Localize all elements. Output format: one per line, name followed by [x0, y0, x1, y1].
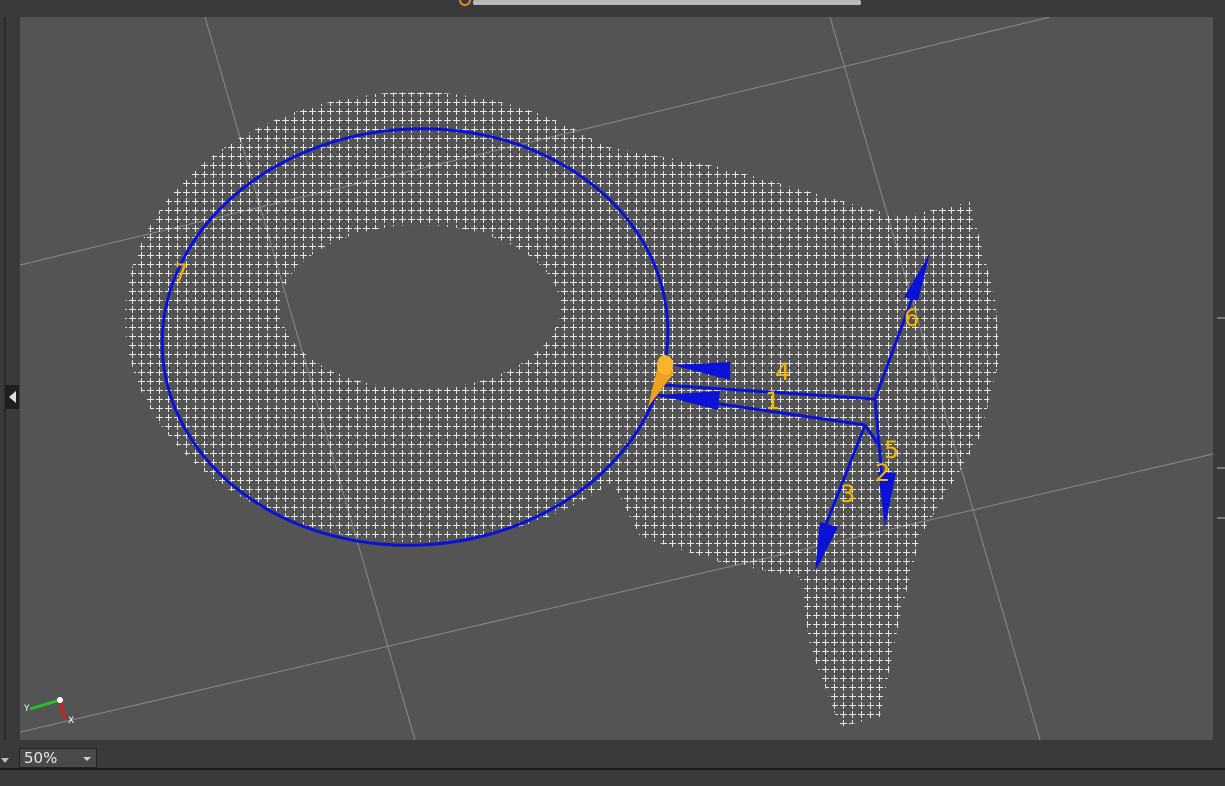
splitter-notch[interactable]: [1217, 467, 1225, 469]
axis-y-label: Y: [23, 704, 30, 714]
status-bar: 50%: [0, 740, 1225, 786]
splitter-notch[interactable]: [1217, 317, 1225, 319]
3d-viewport[interactable]: 1 2 3 4 5 6 7 Y X: [20, 17, 1213, 740]
caret-down-icon[interactable]: [1, 758, 9, 763]
point-cloud: [125, 92, 1000, 727]
chevron-down-icon[interactable]: [83, 757, 91, 761]
collapse-panel-icon[interactable]: [5, 385, 19, 409]
axis-x-label: X: [68, 716, 74, 726]
rail-divider: [4, 17, 6, 740]
path-label: 4: [775, 358, 790, 386]
splitter-notch[interactable]: [1217, 517, 1225, 519]
right-panel-rail: [1213, 17, 1225, 740]
window-top-frame: [0, 0, 1225, 17]
left-panel-rail: [0, 17, 20, 740]
path-label: 5: [884, 436, 899, 464]
path-label: 1: [765, 387, 780, 415]
zoom-select[interactable]: 50%: [19, 748, 97, 768]
path-label: 3: [840, 480, 855, 508]
scene-canvas[interactable]: 1 2 3 4 5 6 7 Y X: [20, 17, 1213, 740]
scroll-handle-icon[interactable]: [459, 0, 471, 6]
path-label: 6: [904, 304, 919, 332]
status-divider: [0, 768, 1225, 770]
zoom-value: 50%: [24, 749, 58, 767]
horizontal-scrollbar[interactable]: [473, 0, 861, 5]
path-label: 7: [173, 259, 188, 287]
